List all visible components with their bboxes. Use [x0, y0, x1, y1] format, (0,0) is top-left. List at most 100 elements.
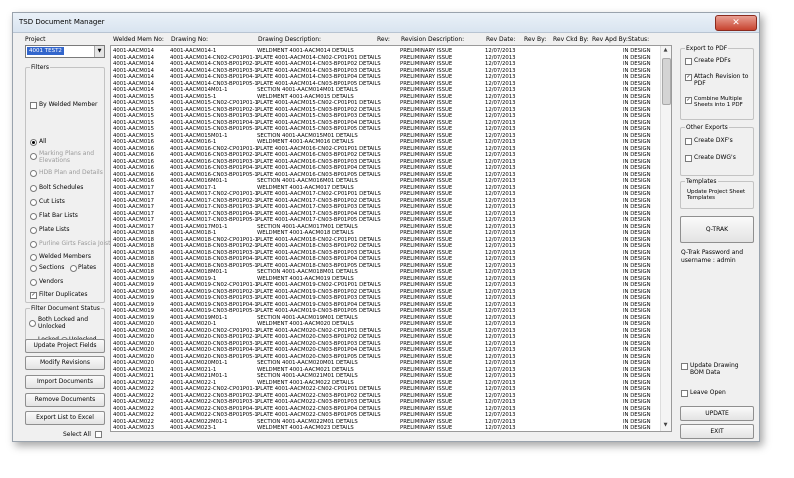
- table-row[interactable]: 4001-AACM018 4001-AACM018-CN03-BP01P04-1 P…: [111, 256, 659, 262]
- table-row[interactable]: 4001-AACM015 4001-AACM015-CN03-BP01P03-1 P…: [111, 113, 659, 119]
- table-row[interactable]: 4001-AACM018 4001-AACM018-CN03-BP01P03-1 P…: [111, 250, 659, 256]
- col-rev-apd-by[interactable]: Rev Apd By:: [592, 36, 628, 43]
- table-row[interactable]: 4001-AACM016 4001-AACM016-CN03-BP01P05-1 P…: [111, 172, 659, 178]
- table-row[interactable]: 4001-AACM018 4001-AACM018-1 WELDMENT 4001-…: [111, 230, 659, 236]
- table-row[interactable]: 4001-AACM019 4001-AACM019-CN03-BP01P02-1 P…: [111, 289, 659, 295]
- export-list-to-excel-button[interactable]: Export List to Excel: [25, 411, 105, 425]
- table-row[interactable]: 4001-AACM018 4001-AACM018-CN03-BP01P02-1 P…: [111, 243, 659, 249]
- table-row[interactable]: 4001-AACM015 4001-AACM015-CN02-CP01P01-1 P…: [111, 100, 659, 106]
- table-row[interactable]: 4001-AACM018 4001-AACM018M01-1 SECTION 400…: [111, 269, 659, 275]
- select-all-checkbox[interactable]: [95, 431, 102, 438]
- table-row[interactable]: 4001-AACM014 4001-AACM014M01-1 SECTION 400…: [111, 87, 659, 93]
- table-row[interactable]: 4001-AACM014 4001-AACM014-CN03-BP01P05-1 P…: [111, 81, 659, 87]
- table-row[interactable]: 4001-AACM021 4001-AACM021-1 WELDMENT 4001-…: [111, 367, 659, 373]
- table-row[interactable]: 4001-AACM022 4001-AACM022-CN03-BP01P04-1 P…: [111, 406, 659, 412]
- table-row[interactable]: 4001-AACM014 4001-AACM014-CN03-BP01P04-1 P…: [111, 74, 659, 80]
- table-row[interactable]: 4001-AACM017 4001-AACM017-1 WELDMENT 4001-…: [111, 185, 659, 191]
- filter-radio-7[interactable]: [30, 241, 37, 248]
- table-row[interactable]: 4001-AACM015 4001-AACM015-1 WELDMENT 4001-…: [111, 94, 659, 100]
- document-list[interactable]: 4001-AACM014 4001-AACM014-1 WELDMENT 4001-…: [110, 45, 672, 432]
- list-scrollbar[interactable]: ▲ ▼: [660, 46, 671, 431]
- qtrak-button[interactable]: Q-TRAK: [680, 216, 754, 243]
- table-row[interactable]: 4001-AACM017 4001-AACM017-CN03-BP01P02-1 P…: [111, 198, 659, 204]
- table-row[interactable]: 4001-AACM020 4001-AACM020-1 WELDMENT 4001-…: [111, 321, 659, 327]
- close-icon[interactable]: ✕: [715, 15, 757, 31]
- filter-radio-2[interactable]: [30, 170, 37, 177]
- vendors-radio[interactable]: [30, 279, 37, 286]
- col-welded-mem[interactable]: Welded Mem No:: [113, 36, 164, 43]
- table-row[interactable]: 4001-AACM014 4001-AACM014-CN03-BP01P02-1 P…: [111, 61, 659, 67]
- by-welded-member-checkbox[interactable]: [30, 102, 37, 109]
- table-row[interactable]: 4001-AACM015 4001-AACM015-CN03-BP01P05-1 P…: [111, 126, 659, 132]
- col-status[interactable]: Status:: [628, 36, 649, 43]
- both-status-radio[interactable]: [29, 320, 36, 327]
- table-row[interactable]: 4001-AACM019 4001-AACM019M01-1 SECTION 400…: [111, 315, 659, 321]
- filter-radio-5[interactable]: [30, 213, 37, 220]
- table-row[interactable]: 4001-AACM019 4001-AACM019-1 WELDMENT 4001-…: [111, 276, 659, 282]
- col-rev-ckd-by[interactable]: Rev Ckd By:: [553, 36, 589, 43]
- filter-radio-0[interactable]: [30, 139, 37, 146]
- table-row[interactable]: 4001-AACM016 4001-AACM016-CN03-BP01P03-1 P…: [111, 159, 659, 165]
- table-row[interactable]: 4001-AACM022 4001-AACM022M01-1 SECTION 400…: [111, 419, 659, 425]
- attach-revision-checkbox[interactable]: ✓: [685, 74, 692, 81]
- filter-radio-4[interactable]: [30, 199, 37, 206]
- table-row[interactable]: 4001-AACM015 4001-AACM015-CN03-BP01P02-1 P…: [111, 107, 659, 113]
- table-row[interactable]: 4001-AACM016 4001-AACM016-CN02-CP01P01-1 P…: [111, 146, 659, 152]
- create-pdfs-checkbox[interactable]: [685, 58, 692, 65]
- col-rev[interactable]: Rev:: [377, 36, 390, 43]
- table-row[interactable]: 4001-AACM014 4001-AACM014-1 WELDMENT 4001-…: [111, 48, 659, 54]
- modify-revisions-button[interactable]: Modify Revisions: [25, 356, 105, 370]
- table-row[interactable]: 4001-AACM014 4001-AACM014-CN02-CP01P01-1 P…: [111, 55, 659, 61]
- col-drawing-description[interactable]: Drawing Description:: [258, 36, 321, 43]
- filter-radio-8[interactable]: [30, 254, 37, 261]
- table-row[interactable]: 4001-AACM019 4001-AACM019-CN03-BP01P05-1 P…: [111, 308, 659, 314]
- sections-radio[interactable]: [30, 265, 37, 272]
- col-rev-by[interactable]: Rev By:: [524, 36, 546, 43]
- table-row[interactable]: 4001-AACM016 4001-AACM016-1 WELDMENT 4001-…: [111, 139, 659, 145]
- table-row[interactable]: 4001-AACM019 4001-AACM019-CN02-CP01P01-1 P…: [111, 282, 659, 288]
- table-row[interactable]: 4001-AACM017 4001-AACM017M01-1 SECTION 400…: [111, 224, 659, 230]
- table-row[interactable]: 4001-AACM019 4001-AACM019-CN03-BP01P04-1 P…: [111, 302, 659, 308]
- table-row[interactable]: 4001-AACM016 4001-AACM016-CN03-BP01P04-1 P…: [111, 165, 659, 171]
- table-row[interactable]: 4001-AACM022 4001-AACM022-1 WELDMENT 4001-…: [111, 380, 659, 386]
- table-row[interactable]: 4001-AACM020 4001-AACM020-CN02-CP01P01-1 P…: [111, 328, 659, 334]
- update-bom-checkbox[interactable]: [681, 363, 688, 370]
- col-drawing-no[interactable]: Drawing No:: [171, 36, 208, 43]
- table-row[interactable]: 4001-AACM020 4001-AACM020M01-1 SECTION 400…: [111, 360, 659, 366]
- project-select[interactable]: 4001 TEST2 ▼: [25, 45, 105, 58]
- table-row[interactable]: 4001-AACM015 4001-AACM015-CN03-BP01P04-1 P…: [111, 120, 659, 126]
- plates-radio[interactable]: [70, 265, 77, 272]
- table-row[interactable]: 4001-AACM017 4001-AACM017-CN03-BP01P05-1 P…: [111, 217, 659, 223]
- update-templates-button[interactable]: Update Project Sheet Templates: [687, 189, 747, 201]
- filter-radio-3[interactable]: [30, 185, 37, 192]
- table-row[interactable]: 4001-AACM022 4001-AACM022-CN03-BP01P03-1 P…: [111, 399, 659, 405]
- import-documents-button[interactable]: Import Documents: [25, 375, 105, 389]
- create-dwg-checkbox[interactable]: [685, 155, 692, 162]
- table-row[interactable]: 4001-AACM020 4001-AACM020-CN03-BP01P04-1 P…: [111, 347, 659, 353]
- table-row[interactable]: 4001-AACM020 4001-AACM020-CN03-BP01P03-1 P…: [111, 341, 659, 347]
- combine-sheets-checkbox[interactable]: ✓: [685, 97, 692, 104]
- scroll-down-icon[interactable]: ▼: [662, 422, 669, 430]
- table-row[interactable]: 4001-AACM020 4001-AACM020-CN03-BP01P02-1 P…: [111, 334, 659, 340]
- table-row[interactable]: 4001-AACM019 4001-AACM019-CN03-BP01P03-1 P…: [111, 295, 659, 301]
- remove-documents-button[interactable]: Remove Documents: [25, 393, 105, 407]
- table-row[interactable]: 4001-AACM020 4001-AACM020-CN03-BP01P05-1 P…: [111, 354, 659, 360]
- scroll-thumb[interactable]: [662, 58, 671, 105]
- table-row[interactable]: 4001-AACM021 4001-AACM021M01-1 SECTION 400…: [111, 373, 659, 379]
- table-row[interactable]: 4001-AACM023 4001-AACM023-1 WELDMENT 4001-…: [111, 425, 659, 431]
- create-dxf-checkbox[interactable]: [685, 138, 692, 145]
- filter-duplicates-checkbox[interactable]: ✓: [30, 292, 37, 299]
- table-row[interactable]: 4001-AACM017 4001-AACM017-CN03-BP01P03-1 P…: [111, 204, 659, 210]
- table-row[interactable]: 4001-AACM016 4001-AACM016M01-1 SECTION 400…: [111, 178, 659, 184]
- table-row[interactable]: 4001-AACM014 4001-AACM014-CN03-BP01P03-1 P…: [111, 68, 659, 74]
- update-project-fields-button[interactable]: Update Project Fields: [25, 339, 105, 353]
- table-row[interactable]: 4001-AACM018 4001-AACM018-CN02-CP01P01-1 P…: [111, 237, 659, 243]
- filter-radio-6[interactable]: [30, 227, 37, 234]
- table-row[interactable]: 4001-AACM022 4001-AACM022-CN03-BP01P05-1 P…: [111, 412, 659, 418]
- table-row[interactable]: 4001-AACM017 4001-AACM017-CN03-BP01P04-1 P…: [111, 211, 659, 217]
- col-revision-description[interactable]: Revision Description:: [401, 36, 464, 43]
- col-rev-date[interactable]: Rev Date:: [486, 36, 515, 43]
- table-row[interactable]: 4001-AACM018 4001-AACM018-CN03-BP01P05-1 P…: [111, 263, 659, 269]
- leave-open-checkbox[interactable]: [681, 390, 688, 397]
- update-button[interactable]: UPDATE: [680, 406, 754, 421]
